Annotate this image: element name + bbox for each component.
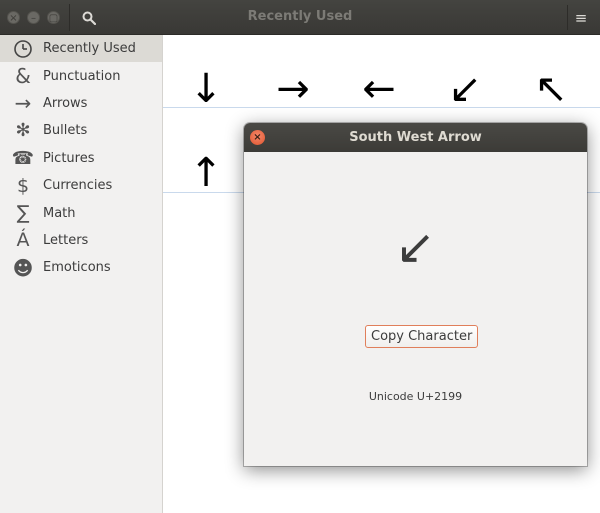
window-maximize-button[interactable]: ▢: [47, 11, 60, 24]
sidebar-item-label: Currencies: [43, 178, 113, 194]
sidebar-item-label: Recently Used: [43, 41, 136, 57]
sidebar-item-punctuation[interactable]: & Punctuation: [0, 62, 162, 89]
copy-character-button[interactable]: Copy Character: [365, 325, 479, 348]
sidebar-item-bullets[interactable]: ✻ Bullets: [0, 117, 162, 144]
search-icon: [82, 11, 96, 25]
ampersand-icon: &: [15, 64, 31, 89]
sidebar-item-emoticons[interactable]: ☻ Emoticons: [0, 254, 162, 281]
category-sidebar: Recently Used & Punctuation → Arrows ✻ B…: [0, 35, 163, 513]
sigma-icon: ∑: [16, 202, 30, 225]
sidebar-item-label: Letters: [43, 232, 89, 248]
sidebar-item-label: Arrows: [43, 95, 88, 111]
sidebar-item-label: Pictures: [43, 150, 95, 166]
smiley-icon: ☻: [12, 255, 34, 280]
search-button[interactable]: [76, 5, 102, 30]
menu-button[interactable]: ≡: [567, 5, 594, 30]
a-acute-icon: Á: [16, 229, 30, 252]
sidebar-item-label: Punctuation: [43, 68, 121, 84]
char-cell-up-arrow[interactable]: ↑: [163, 137, 249, 209]
asterisk-bullet-icon: ✻: [15, 120, 31, 142]
char-cell-north-west-arrow[interactable]: ↖: [508, 53, 594, 125]
header-bar: × – ▢ Recently Used ≡: [0, 0, 600, 35]
character-detail-dialog: × South West Arrow ↙ Copy Character Unic…: [244, 123, 587, 466]
telephone-icon: ☎: [11, 147, 35, 169]
character-preview: ↙: [395, 219, 436, 275]
unicode-codepoint-label: Unicode U+2199: [368, 390, 463, 403]
dollar-icon: $: [16, 174, 30, 197]
sidebar-item-recently-used[interactable]: Recently Used: [0, 35, 162, 63]
clock-icon: [12, 38, 34, 60]
sidebar-item-pictures[interactable]: ☎ Pictures: [0, 145, 162, 172]
hamburger-menu-icon: ≡: [574, 8, 588, 27]
right-arrow-icon: →: [14, 91, 32, 116]
sidebar-item-label: Bullets: [43, 123, 88, 139]
sidebar-item-arrows[interactable]: → Arrows: [0, 90, 162, 117]
dialog-title: South West Arrow: [349, 130, 482, 145]
header-separator: [69, 4, 70, 31]
window-close-button[interactable]: ×: [7, 11, 20, 24]
dialog-titlebar: × South West Arrow: [244, 123, 587, 152]
sidebar-item-label: Math: [43, 205, 76, 221]
char-cell-right-arrow[interactable]: →: [250, 53, 336, 125]
char-cell-left-arrow[interactable]: ←: [336, 53, 422, 125]
sidebar-item-math[interactable]: ∑ Math: [0, 199, 162, 226]
char-cell-down-arrow[interactable]: ↓: [163, 53, 249, 125]
sidebar-item-currencies[interactable]: $ Currencies: [0, 172, 162, 199]
sidebar-item-letters[interactable]: Á Letters: [0, 227, 162, 254]
window-minimize-button[interactable]: –: [27, 11, 40, 24]
char-cell-south-west-arrow[interactable]: ↙: [422, 53, 508, 125]
sidebar-item-label: Emoticons: [43, 260, 111, 276]
